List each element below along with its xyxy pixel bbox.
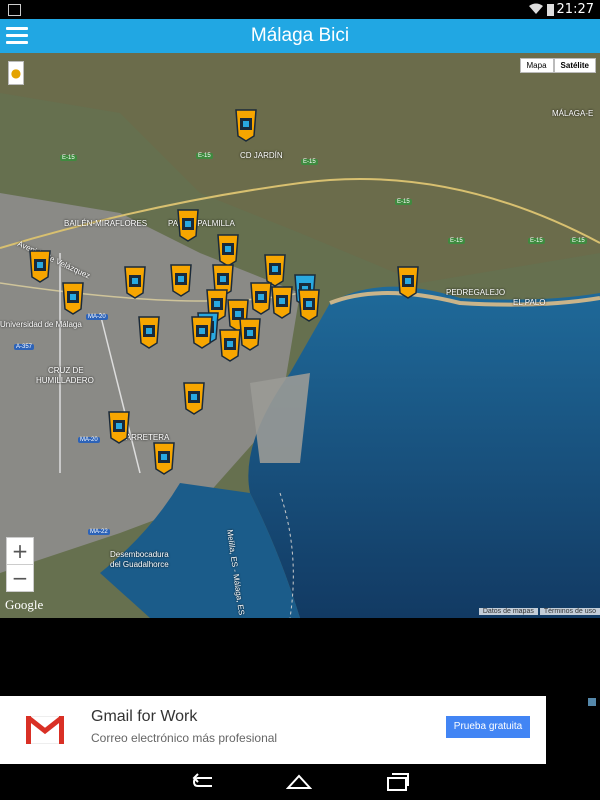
road-shield: MA-20 [78,437,100,443]
bike-station-marker[interactable] [182,381,206,415]
battery-icon [547,4,554,16]
zoom-out-button[interactable]: − [7,565,33,591]
bike-station-marker[interactable] [152,441,176,475]
wifi-icon [529,3,543,14]
pedregalejo-label: PEDREGALEJO [446,288,506,297]
bike-station-marker[interactable] [297,288,321,322]
home-button-icon[interactable] [286,772,312,792]
app-title: Málaga Bici [250,25,350,46]
bike-station-marker[interactable] [137,315,161,349]
bike-station-marker[interactable] [61,281,85,315]
road-shield: E-15 [395,199,412,205]
road-shield: E-15 [196,153,213,159]
malaga-east-label: MÁLAGA-E [552,109,594,118]
bike-station-marker[interactable] [270,285,294,319]
ad-subtitle: Correo electrónico más profesional [91,731,278,745]
road-shield: MA-20 [86,314,108,320]
back-button-icon[interactable] [190,772,216,792]
system-nav-bar [0,764,600,800]
road-shield: MA-22 [88,529,110,535]
app-bar: Málaga Bici [0,19,600,53]
status-time: 21:27 [556,2,594,17]
bike-station-marker[interactable] [28,249,52,283]
road-shield: E-15 [528,238,545,244]
bike-station-marker[interactable] [396,265,420,299]
el-palo-label: EL PALO [513,298,546,307]
road-shield: E-15 [448,238,465,244]
map-type-satellite-button[interactable]: Satélite [553,58,596,73]
zoom-controls: + − [6,537,34,592]
humilladero-label: HUMILLADERO [36,376,94,385]
bike-station-marker[interactable] [176,208,200,242]
bike-station-marker[interactable] [123,265,147,299]
map-attribution: Datos de mapas Términos de uso [477,608,600,615]
road-shield: E-15 [570,238,587,244]
ad-choices-icon[interactable] [588,698,596,706]
map-view[interactable]: ● Mapa Satélite MÁLAGA-E CD JARDÍN BAILÉ… [0,53,600,618]
universidad-label: Universidad de Málaga [0,320,82,329]
bike-station-marker[interactable] [169,263,193,297]
bike-station-marker[interactable] [216,233,240,267]
road-shield: E-15 [301,159,318,165]
bike-station-marker[interactable] [190,315,214,349]
cruz-de-label: CRUZ DE [48,366,84,375]
desembocadura-label: Desembocadura [110,550,169,559]
cd-jardin-label: CD JARDÍN [240,151,283,160]
map-data-link[interactable]: Datos de mapas [478,608,538,615]
gmail-logo-icon [26,716,64,744]
road-shield: A-357 [14,344,35,350]
map-type-mapa-button[interactable]: Mapa [519,58,554,73]
bike-station-marker[interactable] [238,317,262,351]
image-notification-icon [8,4,21,16]
google-logo: Google [5,597,44,612]
bailen-miraflores-label: BAILÉN-MIRAFLORES [64,219,148,228]
zoom-in-button[interactable]: + [7,538,33,565]
ad-banner[interactable]: Gmail for Work Correo electrónico más pr… [0,696,546,764]
ad-cta-button[interactable]: Prueba gratuita [446,716,530,738]
bike-station-marker[interactable] [107,410,131,444]
map-type-selector: Mapa Satélite [519,58,596,73]
guadalhorce-label: del Guadalhorce [110,560,169,569]
terms-of-use-link[interactable]: Términos de uso [539,608,600,615]
bike-station-marker[interactable] [234,108,258,142]
street-view-pegman-icon[interactable]: ● [8,61,24,85]
road-shield: E-15 [60,155,77,161]
ad-title: Gmail for Work [91,708,198,725]
recent-apps-button-icon[interactable] [384,772,410,792]
empty-area [0,618,600,696]
status-bar: 21:27 [0,0,600,19]
